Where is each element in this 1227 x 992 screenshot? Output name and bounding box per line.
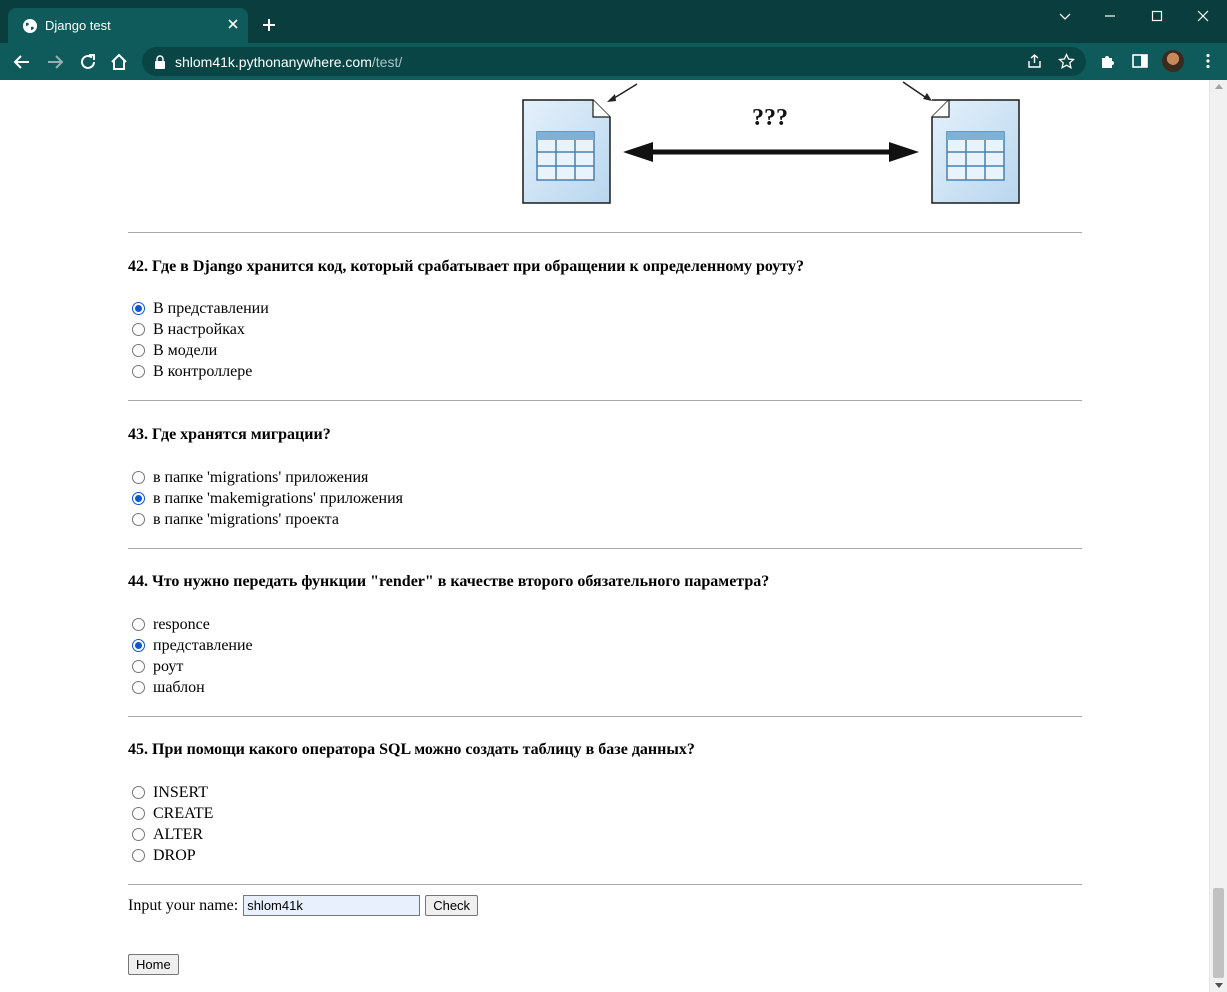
- check-button[interactable]: Check: [425, 895, 479, 916]
- tab-strip: Django test: [0, 0, 1227, 43]
- question-45-title: 45. При помощи какого оператора SQL можн…: [128, 741, 695, 758]
- option-label: CREATE: [153, 804, 214, 822]
- maximize-icon[interactable]: [1149, 8, 1165, 24]
- radio-button[interactable]: [132, 681, 145, 694]
- chevron-down-icon[interactable]: [1057, 8, 1073, 24]
- radio-button[interactable]: [132, 513, 145, 526]
- scrollbar-thumb[interactable]: [1213, 888, 1224, 978]
- radio-button[interactable]: [132, 786, 145, 799]
- q43-option-1[interactable]: в папке 'migrations' приложения: [132, 467, 368, 488]
- close-icon[interactable]: [226, 17, 240, 31]
- url-text: shlom41k.pythonanywhere.com/test/: [175, 54, 402, 70]
- question-42-title: 42. Где в Django хранится код, который с…: [128, 258, 804, 275]
- divider: [128, 400, 1082, 401]
- q44-option-2[interactable]: представление: [132, 635, 253, 656]
- option-label: responce: [153, 615, 210, 633]
- tab-title: Django test: [45, 18, 111, 33]
- name-form: Input your name: Check: [128, 895, 479, 916]
- option-label: INSERT: [153, 783, 209, 801]
- address-bar[interactable]: shlom41k.pythonanywhere.com/test/: [142, 47, 1086, 76]
- vertical-scrollbar[interactable]: [1209, 80, 1227, 992]
- option-label: В модели: [153, 341, 218, 359]
- divider: [128, 716, 1082, 717]
- star-icon[interactable]: [1058, 53, 1075, 70]
- radio-button[interactable]: [132, 344, 145, 357]
- option-label: В представлении: [153, 299, 269, 317]
- globe-icon: [23, 19, 37, 33]
- close-window-icon[interactable]: [1195, 8, 1211, 24]
- q44-option-1[interactable]: responce: [132, 614, 210, 635]
- share-icon[interactable]: [1026, 53, 1043, 70]
- url-host: shlom41k.pythonanywhere.com: [175, 54, 372, 70]
- right-table-document: [931, 99, 1020, 204]
- name-input[interactable]: [243, 895, 421, 916]
- option-label: В контроллере: [153, 362, 253, 380]
- divider: [128, 548, 1082, 549]
- q45-option-2[interactable]: CREATE: [132, 803, 213, 824]
- q42-option-3[interactable]: В модели: [132, 340, 217, 361]
- option-label: в папке 'migrations' проекта: [153, 510, 339, 528]
- option-label: шаблон: [153, 678, 205, 696]
- home-button[interactable]: Home: [128, 954, 179, 975]
- extensions-icon[interactable]: [1099, 52, 1117, 70]
- q42-option-1[interactable]: В представлении: [132, 298, 269, 319]
- radio-button[interactable]: [132, 828, 145, 841]
- option-label: роут: [153, 657, 184, 675]
- radio-button[interactable]: [132, 618, 145, 631]
- back-icon[interactable]: [12, 52, 32, 72]
- diagram-label: ???: [752, 105, 788, 131]
- option-label: DROP: [153, 846, 196, 864]
- name-label: Input your name:: [128, 896, 239, 914]
- q44-option-3[interactable]: роут: [132, 656, 183, 677]
- forward-icon[interactable]: [45, 52, 65, 72]
- question-44-title: 44. Что нужно передать функции "render" …: [128, 573, 770, 590]
- avatar[interactable]: [1162, 50, 1184, 72]
- q45-option-1[interactable]: INSERT: [132, 782, 208, 803]
- url-path: /test/: [371, 54, 403, 70]
- plus-icon[interactable]: [261, 17, 277, 33]
- scroll-down-arrow[interactable]: [1215, 983, 1223, 988]
- minimize-icon[interactable]: [1102, 8, 1118, 24]
- q42-option-2[interactable]: В настройках: [132, 319, 245, 340]
- lock-icon[interactable]: [154, 55, 166, 69]
- q45-option-3[interactable]: ALTER: [132, 824, 203, 845]
- option-label: в папке 'makemigrations' приложения: [153, 489, 404, 507]
- menu-icon[interactable]: [1199, 52, 1217, 70]
- radio-button[interactable]: [132, 365, 145, 378]
- radio-button[interactable]: [132, 849, 145, 862]
- option-label: В настройках: [153, 320, 245, 338]
- side-panel-icon[interactable]: [1131, 52, 1149, 70]
- option-label: представление: [153, 636, 253, 654]
- q43-option-3[interactable]: в папке 'migrations' проекта: [132, 509, 339, 530]
- option-label: в папке 'migrations' приложения: [153, 468, 369, 486]
- q45-option-4[interactable]: DROP: [132, 845, 196, 866]
- radio-button[interactable]: [132, 302, 145, 315]
- question-43-title: 43. Где хранятся миграции?: [128, 426, 331, 443]
- option-label: ALTER: [153, 825, 204, 843]
- database-sync-diagram: [522, 81, 1020, 204]
- browser-tab[interactable]: Django test: [8, 8, 248, 43]
- page-viewport: ??? 42. Где в Django хранится код, котор…: [0, 80, 1209, 992]
- radio-button[interactable]: [132, 492, 145, 505]
- reload-icon[interactable]: [78, 52, 98, 72]
- q43-option-2[interactable]: в папке 'makemigrations' приложения: [132, 488, 403, 509]
- left-table-document: [522, 99, 611, 204]
- q44-option-4[interactable]: шаблон: [132, 677, 205, 698]
- double-arrow: [623, 142, 919, 162]
- divider: [128, 232, 1082, 233]
- scroll-up-arrow[interactable]: [1215, 84, 1223, 89]
- browser-toolbar: shlom41k.pythonanywhere.com/test/: [0, 43, 1227, 80]
- divider: [128, 884, 1082, 885]
- radio-button[interactable]: [132, 639, 145, 652]
- q42-option-4[interactable]: В контроллере: [132, 361, 252, 382]
- radio-button[interactable]: [132, 323, 145, 336]
- radio-button[interactable]: [132, 471, 145, 484]
- radio-button[interactable]: [132, 807, 145, 820]
- radio-button[interactable]: [132, 660, 145, 673]
- home-icon[interactable]: [109, 52, 129, 72]
